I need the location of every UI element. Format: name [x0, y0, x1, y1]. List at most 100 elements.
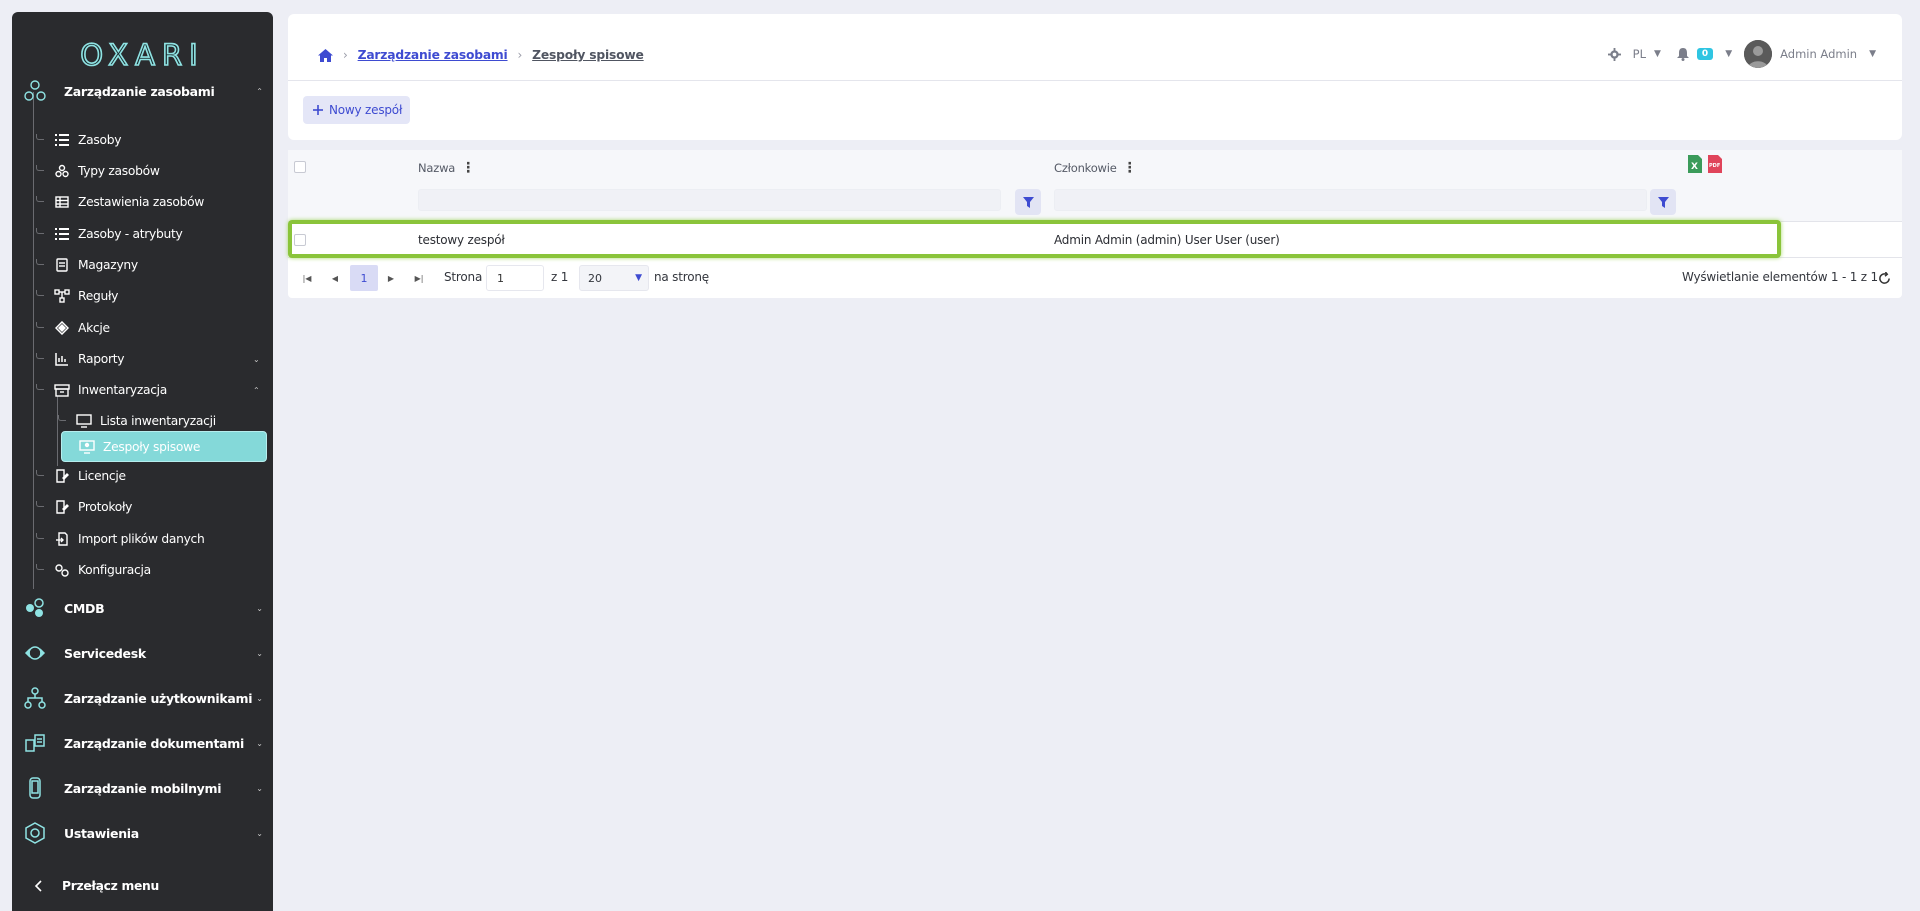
home-icon[interactable] — [318, 48, 333, 62]
tree-hook — [36, 353, 44, 359]
caret-down-icon: ▼ — [635, 273, 642, 283]
sidebar-item-zestawienia[interactable]: Zestawienia zasobów — [36, 188, 266, 216]
chevron-down-icon[interactable]: ⌄ — [256, 784, 263, 793]
sidebar-item-zasoby[interactable]: Zasoby — [36, 126, 266, 154]
chevron-down-icon[interactable]: ⌄ — [253, 355, 260, 364]
sidebar-item-magazyny[interactable]: Magazyny — [36, 251, 266, 279]
sidebar-section-label: Ustawienia — [64, 825, 139, 841]
next-page-icon[interactable]: ▶ — [384, 270, 398, 286]
language-selector[interactable]: PL — [1633, 47, 1646, 61]
sidebar-item-zespoly-spisowe[interactable]: Zespoły spisowe — [61, 431, 267, 462]
sidebar-section-document-management[interactable]: Zarządzanie dokumentami ⌄ — [12, 726, 273, 760]
chart-icon — [54, 351, 70, 367]
last-page-icon[interactable]: ▶| — [412, 270, 426, 286]
documents-icon — [20, 728, 50, 758]
mobile-icon — [20, 773, 50, 803]
table-row[interactable]: testowy zespół Admin Admin (admin) User … — [288, 222, 1902, 258]
row-checkbox[interactable] — [294, 234, 306, 246]
first-page-icon[interactable]: |◀ — [300, 270, 314, 286]
sidebar-item-label: Zestawienia zasobów — [78, 195, 205, 209]
cell-name: testowy zespół — [418, 233, 505, 247]
chevron-down-icon[interactable]: ⌄ — [256, 649, 263, 658]
chevron-up-icon[interactable]: ⌃ — [253, 386, 260, 395]
members-filter-input[interactable] — [1054, 189, 1647, 211]
sidebar-item-label: Inwentaryzacja — [78, 383, 168, 397]
page-size-select[interactable]: 20 ▼ — [579, 265, 649, 291]
filter-icon — [1657, 196, 1669, 208]
sidebar-item-atrybuty[interactable]: Zasoby - atrybuty — [36, 220, 266, 248]
chevron-right-icon: › — [343, 48, 348, 62]
header-controls: PL ▼ 0 ▼ Admin Admin ▼ — [1607, 36, 1876, 72]
bell-icon[interactable] — [1676, 47, 1689, 61]
sidebar-item-typy-zasobow[interactable]: Typy zasobów — [36, 157, 266, 185]
sidebar-item-label: Protokoły — [78, 500, 133, 514]
name-filter-button[interactable] — [1015, 189, 1041, 215]
avatar[interactable] — [1744, 40, 1773, 68]
tree-hook — [36, 228, 44, 234]
name-filter-input[interactable] — [418, 189, 1001, 211]
sidebar-item-akcje[interactable]: Akcje — [36, 314, 266, 342]
sidebar-section-mobile-management[interactable]: Zarządzanie mobilnymi ⌄ — [12, 771, 273, 805]
sidebar-item-reguly[interactable]: Reguły — [36, 282, 266, 310]
caret-down-icon[interactable]: ▼ — [1725, 49, 1732, 59]
tree-hook — [36, 470, 44, 476]
warehouse-icon — [54, 257, 70, 273]
breadcrumb-link-asset-management[interactable]: Zarządzanie zasobami — [358, 48, 508, 62]
sidebar-item-protokoly[interactable]: Protokoły — [36, 493, 266, 521]
user-name[interactable]: Admin Admin — [1780, 47, 1857, 61]
sidebar-item-raporty[interactable]: Raporty ⌄ — [36, 345, 266, 373]
sidebar-section-asset-management[interactable]: Zarządzanie zasobami ⌃ — [12, 74, 273, 108]
column-header-members[interactable]: Członkowie ⋮ — [1054, 161, 1137, 175]
file-import-icon — [54, 531, 70, 547]
list-icon — [54, 132, 70, 148]
license-icon — [54, 468, 70, 484]
cell-members: Admin Admin (admin) User User (user) — [1054, 233, 1280, 247]
chevron-down-icon[interactable]: ⌄ — [256, 694, 263, 703]
sidebar-item-konfiguracja[interactable]: Konfiguracja — [36, 556, 266, 584]
sidebar-section-user-management[interactable]: Zarządzanie użytkownikami ⌄ — [12, 681, 273, 715]
gear-icon[interactable] — [1607, 47, 1621, 61]
sidebar-section-label: Zarządzanie dokumentami — [64, 735, 245, 751]
chevron-down-icon[interactable]: ⌄ — [256, 829, 263, 838]
page-number-input[interactable]: 1 — [486, 265, 544, 291]
notifications-badge[interactable]: 0 — [1696, 48, 1714, 60]
list-icon — [54, 226, 70, 242]
sidebar-item-label: Zasoby — [78, 133, 122, 147]
team-screen-icon — [79, 439, 95, 455]
page-count-label: z 1 — [551, 270, 569, 284]
document-edit-icon — [54, 499, 70, 515]
oxari-logo: OXARI — [12, 37, 273, 73]
toggle-menu-button[interactable]: Przełącz menu — [18, 873, 248, 899]
prev-page-icon[interactable]: ◀ — [328, 270, 342, 286]
pdf-export-icon[interactable]: PDF — [1708, 155, 1722, 173]
breadcrumb-current: Zespoły spisowe — [532, 48, 644, 62]
column-header-name[interactable]: Nazwa ⋮ — [418, 161, 475, 175]
sidebar-item-import[interactable]: Import plików danych — [36, 525, 266, 553]
excel-export-icon[interactable]: X — [1688, 155, 1702, 173]
select-all-checkbox[interactable] — [294, 161, 306, 173]
column-menu-icon[interactable]: ⋮ — [1123, 161, 1137, 175]
caret-down-icon[interactable]: ▼ — [1869, 49, 1876, 59]
column-menu-icon[interactable]: ⋮ — [461, 161, 475, 175]
sidebar-item-label: Konfiguracja — [78, 563, 151, 577]
sidebar-section-cmdb[interactable]: CMDB ⌄ — [12, 591, 273, 625]
gears-icon — [54, 562, 70, 578]
logo-text: OXARI — [79, 37, 205, 73]
caret-down-icon[interactable]: ▼ — [1654, 49, 1661, 59]
chevron-down-icon[interactable]: ⌄ — [256, 739, 263, 748]
sidebar-section-servicedesk[interactable]: Servicedesk ⌄ — [12, 636, 273, 670]
new-team-button[interactable]: Nowy zespół — [303, 96, 410, 124]
sidebar-item-licencje[interactable]: Licencje — [36, 462, 266, 490]
sidebar-section-settings[interactable]: Ustawienia ⌄ — [12, 816, 273, 850]
chevron-up-icon[interactable]: ⌃ — [256, 87, 263, 96]
chevron-down-icon[interactable]: ⌄ — [256, 604, 263, 613]
tree-hook — [36, 196, 44, 202]
flow-icon — [54, 288, 70, 304]
tree-line — [33, 92, 34, 589]
members-filter-button[interactable] — [1650, 189, 1676, 215]
current-page-button[interactable]: 1 — [350, 265, 378, 291]
headset-icon — [20, 638, 50, 668]
sidebar-item-label: Zespoły spisowe — [103, 439, 201, 454]
refresh-icon[interactable] — [1877, 270, 1891, 286]
sidebar-item-inwentaryzacja[interactable]: Inwentaryzacja ⌃ — [36, 376, 266, 404]
